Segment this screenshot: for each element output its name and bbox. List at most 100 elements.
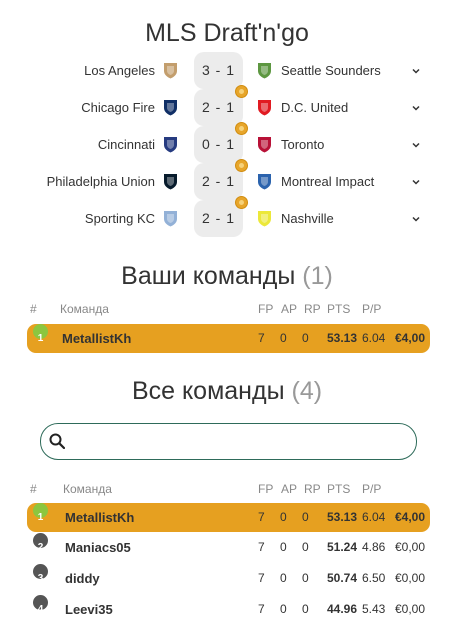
cell-prize: €4,00 (395, 331, 426, 345)
away-team-crest-icon (256, 99, 273, 116)
rank-badge: 4 (33, 595, 48, 615)
col-rp: RP (304, 482, 321, 496)
all-teams-title: Все команды (131, 377, 285, 405)
away-team-name: Seattle Sounders (281, 63, 381, 78)
table-row[interactable]: 1 MetallistKh 7 0 0 53.13 6.04 €4,00 (27, 503, 430, 532)
cell-pp: 6.50 (362, 571, 386, 585)
all-teams-heading: Все команды (4) (0, 377, 454, 406)
match-row[interactable]: Chicago Fire 2 - 1 D.C. United (0, 85, 454, 126)
cell-pts: 50.74 (327, 571, 358, 585)
cell-rp: 0 (302, 331, 309, 345)
medal-icon (235, 196, 248, 209)
page-title: MLS Draft'n'go (145, 19, 309, 47)
match-row[interactable]: Los Angeles 3 - 1 Seattle Sounders (0, 52, 454, 89)
col-pp: P/P (362, 482, 382, 496)
cell-prize: €4,00 (395, 510, 426, 524)
home-team-name: Chicago Fire (81, 100, 155, 115)
away-team-name: Toronto (281, 137, 325, 152)
home-team-name: Philadelphia Union (46, 174, 155, 189)
cell-rp: 0 (302, 540, 309, 554)
match-score: 3 - 1 (194, 52, 243, 89)
away-team-name: D.C. United (281, 100, 349, 115)
all-teams-count: (4) (291, 377, 323, 405)
cell-pp: 6.04 (362, 331, 386, 345)
rank-badge: 1 (33, 503, 48, 523)
col-ap: AP (281, 302, 298, 316)
cell-rp: 0 (302, 510, 309, 524)
col-num: # (30, 482, 37, 496)
cell-ap: 0 (280, 602, 287, 616)
cell-pp: 6.04 (362, 510, 386, 524)
away-team-name: Montreal Impact (281, 174, 375, 189)
your-teams-title: Ваши команды (121, 262, 296, 290)
col-rp: RP (304, 302, 321, 316)
match-row[interactable]: Philadelphia Union 2 - 1 Montreal Impact (0, 159, 454, 200)
home-team-crest-icon (162, 62, 179, 79)
home-team-crest-icon (162, 136, 179, 153)
table-row[interactable]: 4 Leevi35 7 0 0 44.96 5.43 €0,00 (27, 595, 430, 624)
home-team-crest-icon (162, 173, 179, 190)
team-name: MetallistKh (62, 331, 132, 346)
chevron-down-icon[interactable] (410, 64, 422, 76)
cell-fp: 7 (258, 540, 265, 554)
medal-icon (235, 122, 248, 135)
away-team-crest-icon (256, 62, 273, 79)
chevron-down-icon[interactable] (410, 138, 422, 150)
team-name: Leevi35 (65, 602, 113, 617)
col-team: Команда (60, 302, 109, 316)
medal-icon (235, 159, 248, 172)
cell-ap: 0 (280, 510, 287, 524)
col-team: Команда (63, 482, 112, 496)
match-row[interactable]: Sporting KC 2 - 1 Nashville (0, 196, 454, 237)
cell-fp: 7 (258, 331, 265, 345)
home-team-crest-icon (162, 210, 179, 227)
search-box[interactable] (40, 423, 417, 460)
match-row[interactable]: Cincinnati 0 - 1 Toronto (0, 122, 454, 163)
rank-badge: 1 (33, 324, 48, 344)
home-team-name: Sporting KC (84, 211, 155, 226)
search-icon (49, 433, 65, 449)
cell-ap: 0 (280, 540, 287, 554)
col-pts: PTS (327, 482, 351, 496)
cell-prize: €0,00 (395, 540, 426, 554)
home-team-name: Cincinnati (97, 137, 155, 152)
cell-rp: 0 (302, 602, 309, 616)
cell-pts: 53.13 (327, 510, 358, 524)
table-row[interactable]: 2 Maniacs05 7 0 0 51.24 4.86 €0,00 (27, 533, 430, 562)
col-num: # (30, 302, 37, 316)
col-fp: FP (258, 482, 274, 496)
home-team-name: Los Angeles (84, 63, 155, 78)
home-team-crest-icon (162, 99, 179, 116)
table-row[interactable]: 1 MetallistKh 7 0 0 53.13 6.04 €4,00 (27, 324, 430, 353)
chevron-down-icon[interactable] (410, 212, 422, 224)
away-team-name: Nashville (281, 211, 334, 226)
all-teams-table-header: # Команда FP AP RP PTS P/P (0, 482, 454, 500)
table-row[interactable]: 3 diddy 7 0 0 50.74 6.50 €0,00 (27, 564, 430, 593)
cell-prize: €0,00 (395, 571, 426, 585)
away-team-crest-icon (256, 173, 273, 190)
col-pts: PTS (327, 302, 351, 316)
your-teams-heading: Ваши команды (1) (0, 262, 454, 291)
col-fp: FP (258, 302, 274, 316)
cell-pts: 51.24 (327, 540, 358, 554)
cell-pts: 53.13 (327, 331, 358, 345)
your-teams-table-header: # Команда FP AP RP PTS P/P (0, 302, 454, 320)
away-team-crest-icon (256, 210, 273, 227)
away-team-crest-icon (256, 136, 273, 153)
cell-fp: 7 (258, 571, 265, 585)
team-name: MetallistKh (65, 510, 135, 525)
rank-badge: 2 (33, 533, 48, 553)
chevron-down-icon[interactable] (410, 101, 422, 113)
cell-ap: 0 (280, 571, 287, 585)
your-teams-count: (1) (302, 262, 333, 290)
chevron-down-icon[interactable] (410, 175, 422, 187)
search-input[interactable] (73, 430, 407, 454)
team-name: diddy (65, 571, 100, 586)
cell-ap: 0 (280, 331, 287, 345)
cell-fp: 7 (258, 602, 265, 616)
cell-fp: 7 (258, 510, 265, 524)
cell-pts: 44.96 (327, 602, 358, 616)
col-pp: P/P (362, 302, 382, 316)
team-name: Maniacs05 (65, 540, 131, 555)
cell-rp: 0 (302, 571, 309, 585)
